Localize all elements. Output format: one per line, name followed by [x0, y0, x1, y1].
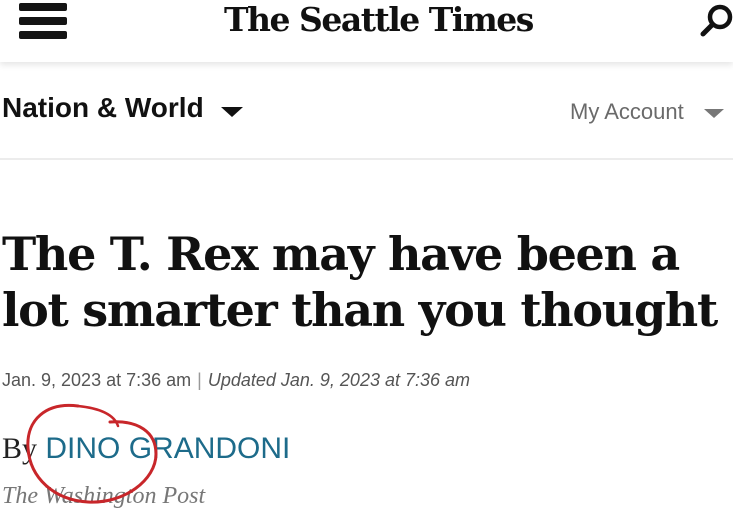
byline: By DINO GRANDONI [2, 432, 290, 466]
account-chevron-down-icon[interactable] [704, 109, 724, 118]
search-icon[interactable] [700, 3, 733, 39]
my-account-link[interactable]: My Account [570, 99, 684, 125]
menu-bar [19, 31, 67, 39]
author-link[interactable]: DINO GRANDONI [45, 432, 290, 465]
masthead: The Seattle Times [0, 0, 733, 62]
byline-prefix: By [2, 432, 38, 465]
hamburger-menu-icon[interactable] [19, 3, 67, 39]
brand-logo[interactable]: The Seattle Times [224, 0, 534, 42]
dateline: Jan. 9, 2023 at 7:36 am | Updated Jan. 9, … [2, 370, 470, 391]
menu-bar [19, 3, 67, 11]
article-headline: The T. Rex may have been a lot smarter t… [2, 227, 718, 337]
updated-date: Updated Jan. 9, 2023 at 7:36 am [207, 370, 471, 390]
menu-bar [19, 17, 67, 25]
article-source: The Washington Post [2, 483, 206, 509]
published-date: Jan. 9, 2023 at 7:36 am [2, 370, 192, 390]
section-dropdown[interactable]: Nation & World [2, 92, 204, 124]
chevron-down-icon[interactable] [221, 107, 243, 117]
date-separator: | [197, 370, 202, 390]
search-icon-graphic [700, 4, 733, 37]
section-nav: Nation & World My Account [0, 62, 733, 160]
